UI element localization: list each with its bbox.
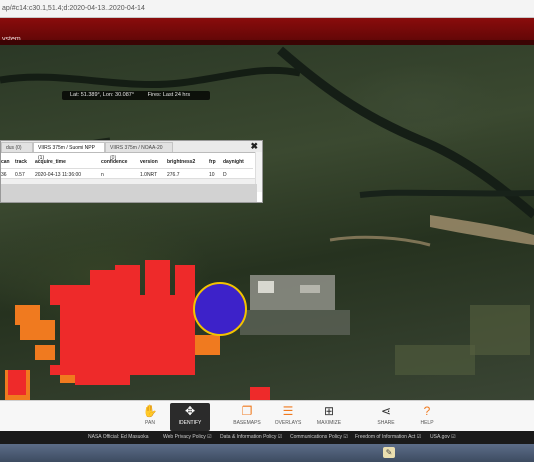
maximize-label: MAXIMIZE <box>316 420 342 426</box>
selected-fire-pixel[interactable] <box>193 282 247 336</box>
col-confidence: confidence <box>101 156 140 169</box>
tab-viirs-noaa20[interactable]: VIIRS 375m / NOAA-20 (0) <box>105 142 173 161</box>
col-daynight: daynight <box>223 156 253 169</box>
fire-pixel <box>115 265 140 305</box>
panel-empty-area <box>1 184 257 202</box>
app-header: ystem <box>0 18 534 45</box>
hand-icon: ✋ <box>142 404 158 418</box>
fire-pixel <box>250 387 270 400</box>
fire-pixel <box>8 370 26 395</box>
bottom-toolbar: ✋ PAN ✥ IDENTIFY ❐ BASEMAPS ☰ OVERLAYS ⊞… <box>0 400 534 432</box>
fire-pixel <box>50 365 80 375</box>
help-label: HELP <box>420 420 434 426</box>
overlays-icon: ☰ <box>282 404 294 418</box>
fire-pixel <box>105 345 130 385</box>
basemaps-label: BASEMAPS <box>233 420 261 426</box>
fire-pixel <box>50 285 90 305</box>
notepad-icon[interactable]: ✎ <box>383 447 395 458</box>
browser-url-bar[interactable]: ap/#c14:c30.1,51.4;d:2020-04-13..2020-04… <box>0 0 534 18</box>
maximize-icon: ⊞ <box>323 404 335 418</box>
identify-tabs: dus (0) VIIRS 375m / Suomi NPP (1) VIIRS… <box>1 141 262 161</box>
fire-pixel-low <box>35 345 55 360</box>
help-button[interactable]: ? HELP <box>407 403 447 431</box>
overlays-button[interactable]: ☰ OVERLAYS <box>268 403 308 431</box>
basemaps-icon: ❐ <box>241 404 253 418</box>
satellite-map[interactable]: Lat: 51.389°, Lon: 30.087° Fires: Last 2… <box>0 45 534 400</box>
identify-button[interactable]: ✥ IDENTIFY <box>170 403 210 431</box>
identify-panel: dus (0) VIIRS 375m / Suomi NPP (1) VIIRS… <box>0 140 263 203</box>
link-communications[interactable]: Communications Policy ☑ <box>290 431 348 444</box>
col-frp: frp <box>209 156 223 169</box>
link-data-policy[interactable]: Data & Information Policy ☑ <box>220 431 282 444</box>
share-button[interactable]: ⋖ SHARE <box>366 403 406 431</box>
help-icon: ? <box>423 404 431 418</box>
identify-icon: ✥ <box>184 404 196 418</box>
fire-pixel-low <box>15 305 40 325</box>
col-brightness2: brightness2 <box>167 156 209 169</box>
col-track: track <box>15 156 35 169</box>
fire-pixel <box>150 305 190 355</box>
overlays-label: OVERLAYS <box>274 420 302 426</box>
link-web-privacy[interactable]: Web Privacy Policy ☑ <box>163 431 212 444</box>
nasa-official: NASA Official: Ed Masuoka <box>88 434 149 440</box>
tab-viirs-snpp[interactable]: VIIRS 375m / Suomi NPP (1) <box>33 142 105 161</box>
col-scan: can <box>1 156 15 169</box>
col-version: version <box>140 156 167 169</box>
site-footer: NASA Official: Ed Masuoka Web Privacy Po… <box>0 431 534 444</box>
identify-label: IDENTIFY <box>178 420 202 426</box>
tab-modis[interactable]: dus (0) <box>1 142 33 152</box>
os-taskbar: ✎ <box>0 444 534 462</box>
share-icon: ⋖ <box>380 404 392 418</box>
fire-detections-layer <box>5 260 270 400</box>
close-icon[interactable]: ✖ <box>250 141 258 152</box>
pan-button[interactable]: ✋ PAN <box>130 403 170 431</box>
share-label: SHARE <box>377 420 395 426</box>
pan-label: PAN <box>145 420 155 426</box>
basemaps-button[interactable]: ❐ BASEMAPS <box>227 403 267 431</box>
link-usa-gov[interactable]: USA.gov ☑ <box>430 431 456 444</box>
col-acquire-time: acquire_time <box>35 156 101 169</box>
maximize-button[interactable]: ⊞ MAXIMIZE <box>309 403 349 431</box>
link-foia[interactable]: Freedom of Information Act ☑ <box>355 431 421 444</box>
